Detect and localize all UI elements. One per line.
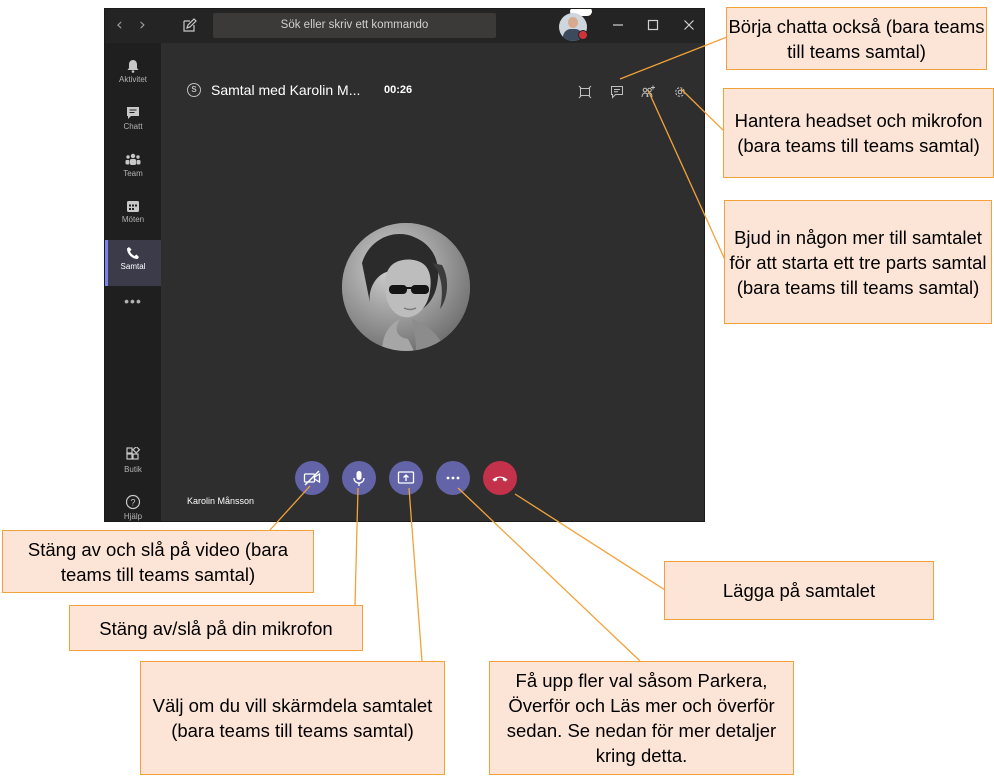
callout-more: Få upp fler val såsom Parkera, Överför o… xyxy=(489,661,794,775)
callout-mic: Stäng av/slå på din mikrofon xyxy=(69,605,363,651)
callout-headset: Hantera headset och mikrofon (bara teams… xyxy=(723,88,994,178)
callout-chat: Börja chatta också (bara teams till team… xyxy=(726,7,987,70)
callout-hangup: Lägga på samtalet xyxy=(664,561,934,620)
callout-invite: Bjud in någon mer till samtalet för att … xyxy=(724,200,992,324)
callout-video: Stäng av och slå på video (bara teams ti… xyxy=(2,530,314,593)
callout-share: Välj om du vill skärmdela samtalet (bara… xyxy=(140,661,445,775)
